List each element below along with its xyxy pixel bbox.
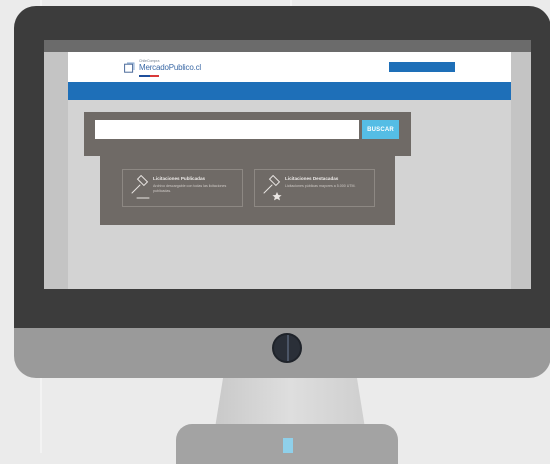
search-input[interactable]	[95, 120, 359, 139]
page-gutter-left	[44, 52, 68, 289]
monitor-stand-neck	[215, 372, 365, 428]
site-header: ChileCompra MercadoPublico.cl	[68, 52, 511, 82]
search-button[interactable]: BUSCAR	[362, 120, 399, 139]
site-logo[interactable]: ChileCompra MercadoPublico.cl	[124, 59, 214, 77]
page-gutter-right	[511, 52, 531, 289]
gavel-star-icon	[263, 175, 282, 201]
browser-top-strip	[44, 40, 531, 52]
gavel-icon	[131, 175, 150, 199]
card-description: Archivo descargable con todas las licita…	[153, 184, 227, 193]
card-description: Licitaciones públicas mayores a 5.000 UT…	[285, 184, 356, 188]
power-button-icon	[272, 333, 302, 363]
logo-flag-stripe	[139, 75, 159, 77]
monitor-cable	[283, 438, 293, 453]
logo-icon	[124, 62, 135, 73]
card-licitaciones-destacadas[interactable]: Licitaciones Destacadas Licitaciones púb…	[254, 169, 375, 207]
search-panel: BUSCAR	[84, 112, 411, 156]
cards-panel: Licitaciones Publicadas Archivo descarga…	[100, 156, 395, 225]
card-licitaciones-publicadas[interactable]: Licitaciones Publicadas Archivo descarga…	[122, 169, 243, 207]
header-button[interactable]	[389, 62, 455, 72]
logo-text: MercadoPublico.cl	[139, 63, 201, 72]
card-title: Licitaciones Publicadas	[153, 176, 206, 181]
nav-bar	[68, 82, 511, 100]
card-title: Licitaciones Destacadas	[285, 176, 339, 181]
